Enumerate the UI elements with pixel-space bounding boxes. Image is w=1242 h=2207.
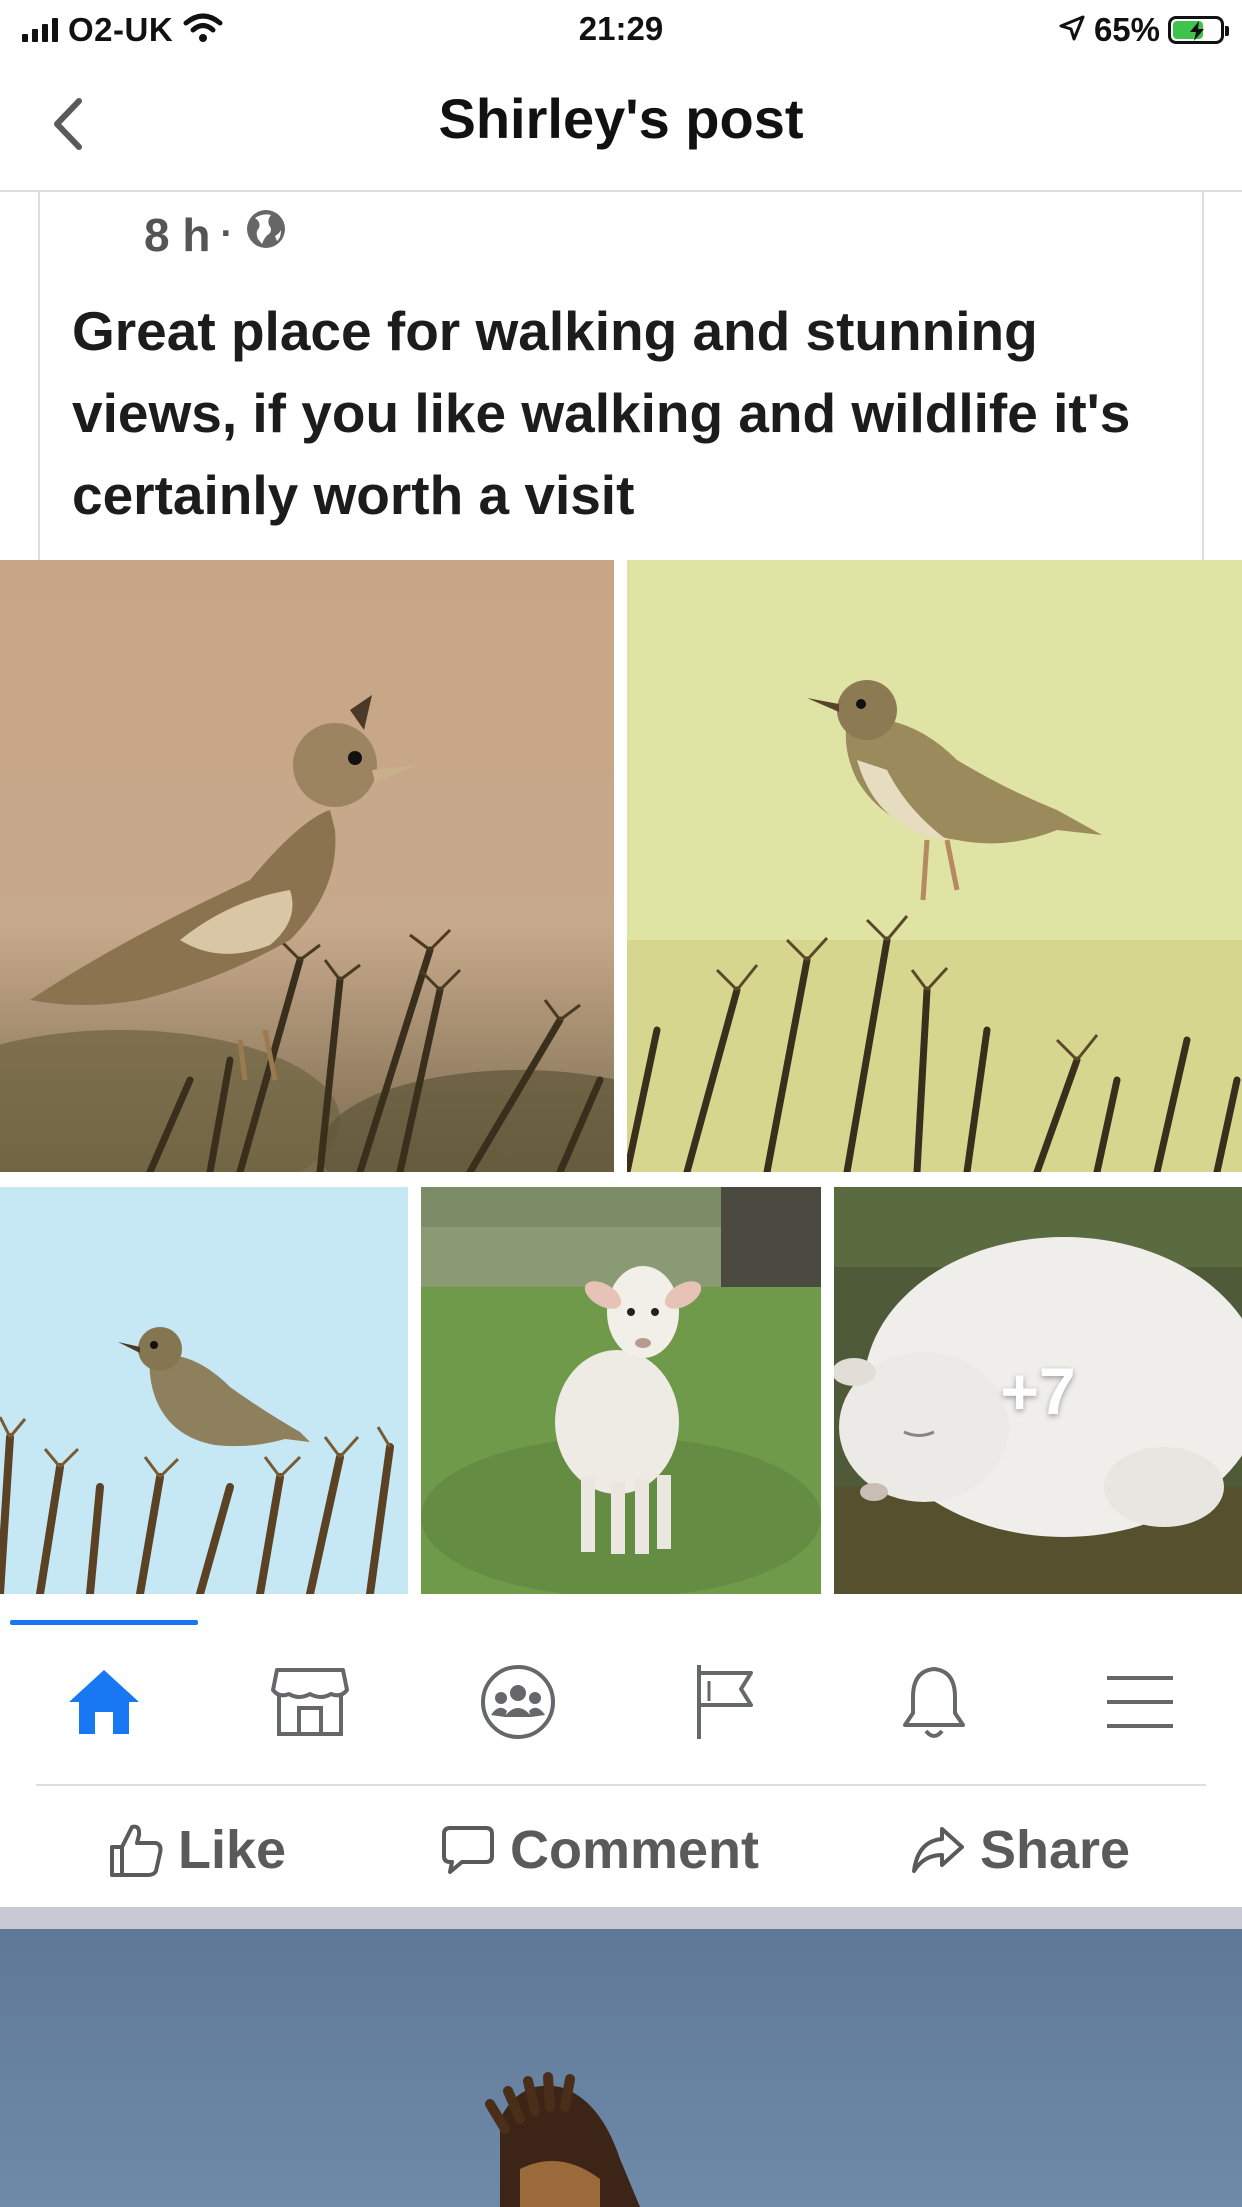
share-arrow-icon [912,1827,964,1873]
marketplace-icon [271,1668,349,1736]
active-tab-indicator [10,1620,198,1625]
post-time[interactable]: 8 h [144,208,210,262]
post-header: Shirley's post [0,62,1242,192]
page-title: Shirley's post [438,87,804,150]
tab-marketplace[interactable] [250,1642,370,1762]
status-time: 21:29 [578,10,664,47]
photo-lamb-sleeping[interactable]: +7 [834,1187,1242,1594]
status-bar: O2-UK 21:29 65% [0,0,1242,62]
more-photos-count: +7 [1000,1353,1076,1428]
tab-groups[interactable] [458,1642,578,1762]
bottom-tab-bar [0,1612,1242,1762]
tab-notifications[interactable] [874,1642,994,1762]
photo-skylark[interactable] [0,560,614,1172]
share-button[interactable]: Share [910,1810,1130,1890]
globe-icon [243,206,289,263]
actions-divider [36,1784,1206,1786]
post-text: Great place for walking and stunning vie… [72,300,1131,526]
comment-bubble-icon [442,1826,494,1874]
battery-percent: 65% [1093,11,1160,48]
next-post-photo[interactable] [0,1929,1242,2207]
like-label: Like [178,1820,287,1880]
comment-button[interactable]: Comment [440,1810,759,1890]
post-meta: 8 h · [144,206,289,263]
tab-pages[interactable] [664,1642,784,1762]
menu-icon [1107,1676,1173,1728]
share-label: Share [980,1820,1131,1880]
photo-lamb-standing[interactable] [421,1187,821,1594]
status-right: 65% [1058,8,1229,52]
location-arrow-icon [1058,14,1086,47]
photo-pipit-yellow[interactable] [627,560,1242,1172]
comment-label: Comment [510,1820,760,1880]
notifications-bell-icon [903,1667,965,1738]
like-button[interactable]: Like [108,1810,286,1890]
pages-flag-icon [697,1665,753,1739]
photo-pipit-sky[interactable] [0,1187,408,1594]
home-icon [69,1670,139,1734]
feed-separator [0,1907,1242,1929]
tab-menu[interactable] [1080,1642,1200,1762]
thumbs-up-icon [110,1824,163,1877]
meta-separator: · [220,213,234,255]
tab-home[interactable] [44,1642,164,1762]
groups-icon [481,1665,555,1739]
battery-charging-icon [1168,16,1229,44]
